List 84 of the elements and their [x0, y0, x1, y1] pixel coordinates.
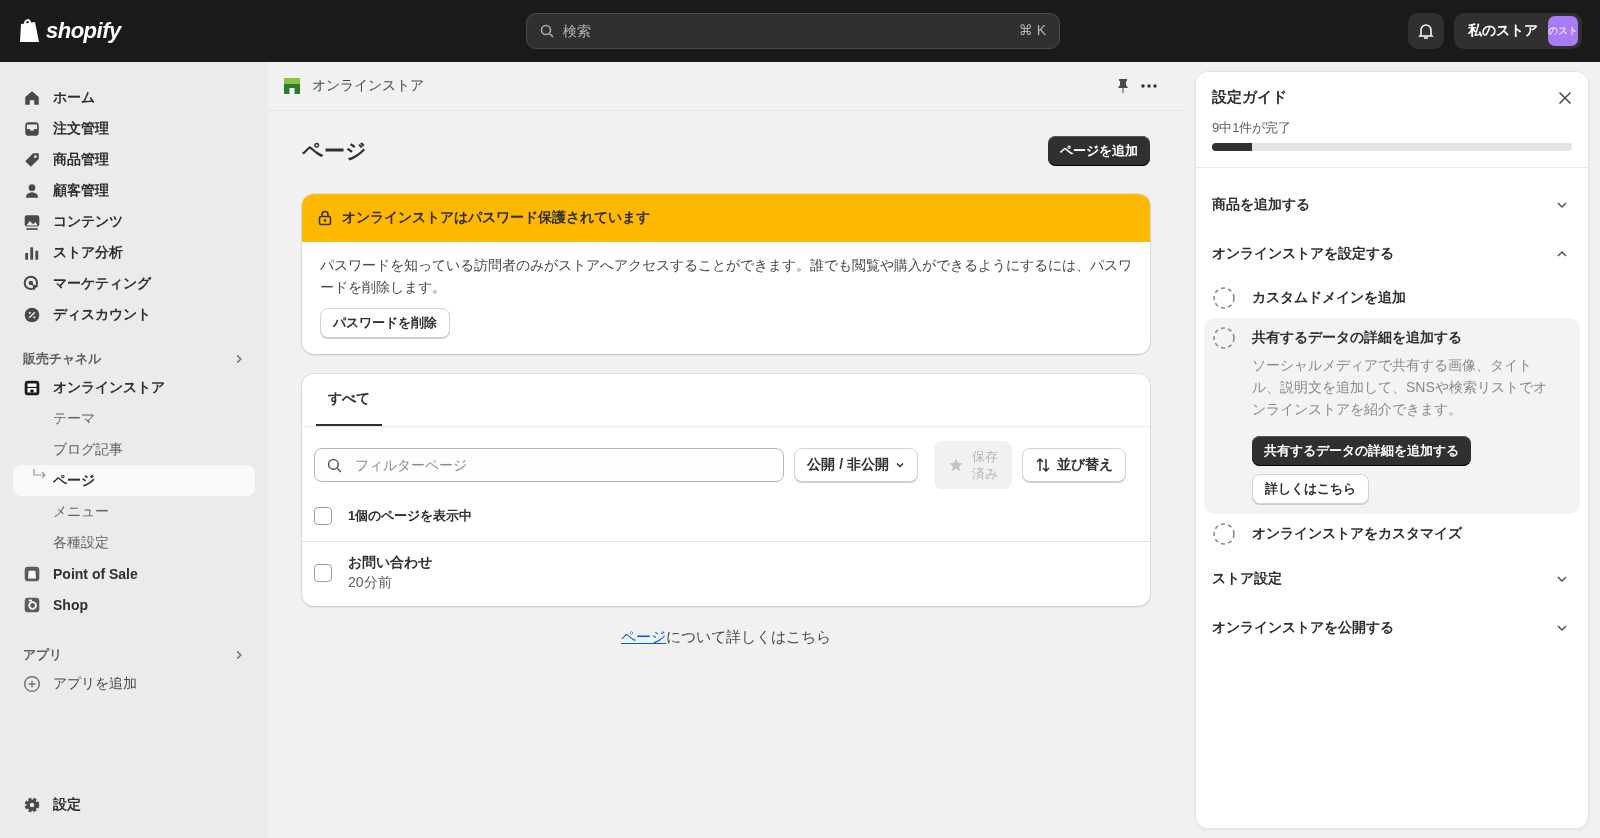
notifications-button[interactable]: [1408, 13, 1444, 49]
sidebar-item[interactable]: Point of Sale: [13, 558, 255, 589]
results-count: 1個のページを表示中: [348, 507, 473, 525]
shop-app-icon: [23, 595, 41, 614]
discount-badge-icon: [23, 305, 41, 324]
add-share-details-button[interactable]: 共有するデータの詳細を追加する: [1252, 436, 1471, 466]
chevron-down-icon: [895, 460, 905, 470]
banner-text: パスワードを知っている訪問者のみがストアへアクセスすることができます。誰でも閲覧や購入ができるようにするには、パスワードを削除します。: [320, 256, 1132, 297]
storefront-icon: [282, 76, 302, 96]
task-description: ソーシャルメディアで共有する画像、タイトル、説明文を追加して、SNSや検索リストでオンラインストアを紹介できます。: [1252, 356, 1548, 419]
sidebar-subitem[interactable]: ブログ記事: [13, 434, 255, 465]
sort-arrows-icon: [1035, 457, 1051, 473]
store-menu-button[interactable]: 私のストア のスト: [1454, 13, 1582, 49]
image-icon: [23, 212, 41, 231]
guide-section-header[interactable]: オンラインストアを設定する: [1204, 229, 1580, 278]
bell-icon: [1418, 22, 1434, 40]
page-title-text: お問い合わせ: [348, 554, 432, 572]
star-icon: [948, 457, 964, 473]
add-app-link[interactable]: アプリを追加: [13, 668, 255, 699]
target-cursor-icon: [23, 274, 41, 293]
keyboard-shortcut: ⌘ K: [1018, 22, 1046, 38]
guide-section-header[interactable]: オンラインストアを公開する: [1204, 603, 1580, 652]
learn-more-button[interactable]: 詳しくはこちら: [1252, 474, 1369, 504]
task-title[interactable]: カスタムドメインを追加: [1252, 289, 1406, 307]
add-page-button[interactable]: ページを追加: [1048, 136, 1150, 166]
logo-wordmark: shopify: [46, 18, 121, 44]
plus-circle-icon: [23, 674, 41, 693]
help-text: ページについて詳しくはこちら: [620, 628, 832, 647]
banner-title: オンラインストアはパスワード保護されています: [342, 209, 650, 227]
sidebar-subitem[interactable]: ページ: [13, 465, 255, 496]
sidebar-item[interactable]: ストア分析: [13, 237, 255, 268]
filter-field[interactable]: フィルターページ: [314, 448, 785, 482]
section-heading: 販売チャネル: [23, 350, 101, 368]
settings-icon: [23, 795, 41, 814]
guide-section-header[interactable]: ストア設定: [1204, 554, 1580, 603]
select-all-checkbox[interactable]: [314, 507, 332, 525]
dashed-circle-icon[interactable]: [1212, 326, 1236, 350]
store-name: 私のストア: [1468, 22, 1538, 40]
storefront-icon: [23, 378, 41, 397]
sidebar-item[interactable]: ディスカウント: [13, 299, 255, 330]
task-title[interactable]: オンラインストアをカスタマイズ: [1252, 525, 1462, 543]
sidebar-item[interactable]: Shop: [13, 589, 255, 620]
tag-icon: [23, 150, 41, 169]
section-heading: アプリ: [23, 646, 62, 664]
shopping-bag-icon: [18, 18, 42, 44]
guide-section-header[interactable]: 商品を追加する: [1204, 180, 1580, 229]
inbox-icon: [23, 119, 41, 138]
sidebar-subitem[interactable]: テーマ: [13, 403, 255, 434]
task-title[interactable]: 共有するデータの詳細を追加する: [1252, 329, 1462, 347]
person-icon: [23, 181, 41, 200]
page-row[interactable]: お問い合わせ 20分前: [302, 542, 1150, 606]
panel-title: 設定ガイド: [1212, 88, 1287, 107]
sidebar-item[interactable]: ホーム: [13, 82, 255, 113]
page-timestamp: 20分前: [348, 574, 393, 592]
settings-link[interactable]: 設定: [13, 789, 255, 820]
sidebar-item[interactable]: 注文管理: [13, 113, 255, 144]
page-title: ページ: [302, 138, 367, 164]
sidebar-item[interactable]: オンラインストア: [13, 372, 255, 403]
tree-branch-icon: [33, 469, 47, 481]
sidebar-item[interactable]: マーケティング: [13, 268, 255, 299]
sidebar-subitem[interactable]: メニュー: [13, 496, 255, 527]
bag-app-icon: [23, 564, 41, 583]
sidebar-item[interactable]: 商品管理: [13, 144, 255, 175]
filter-tab[interactable]: すべて: [316, 374, 382, 426]
sort-button[interactable]: 並び替え: [1022, 448, 1126, 482]
sidebar-subitem[interactable]: 各種設定: [13, 527, 255, 558]
remove-password-button[interactable]: パスワードを削除: [320, 308, 450, 338]
row-checkbox[interactable]: [314, 564, 332, 582]
pin-icon[interactable]: [1116, 78, 1130, 94]
sidebar-item[interactable]: コンテンツ: [13, 206, 255, 237]
dashed-circle-icon[interactable]: [1212, 522, 1236, 546]
lock-icon: [318, 210, 332, 226]
store-avatar: のスト: [1548, 16, 1578, 46]
close-icon[interactable]: [1558, 90, 1572, 105]
sidebar-item[interactable]: 顧客管理: [13, 175, 255, 206]
pages-link[interactable]: ページ: [621, 628, 666, 645]
more-options-icon[interactable]: [1140, 83, 1158, 89]
breadcrumb-title[interactable]: オンラインストア: [312, 77, 424, 95]
dashed-circle-icon[interactable]: [1212, 286, 1236, 310]
visibility-filter-button[interactable]: 公開 / 非公開: [794, 448, 918, 482]
progress-text: 9中1件が完了: [1212, 119, 1293, 137]
search-icon: [540, 24, 554, 38]
search-icon: [327, 458, 342, 473]
shopify-logo[interactable]: shopify: [18, 18, 526, 44]
